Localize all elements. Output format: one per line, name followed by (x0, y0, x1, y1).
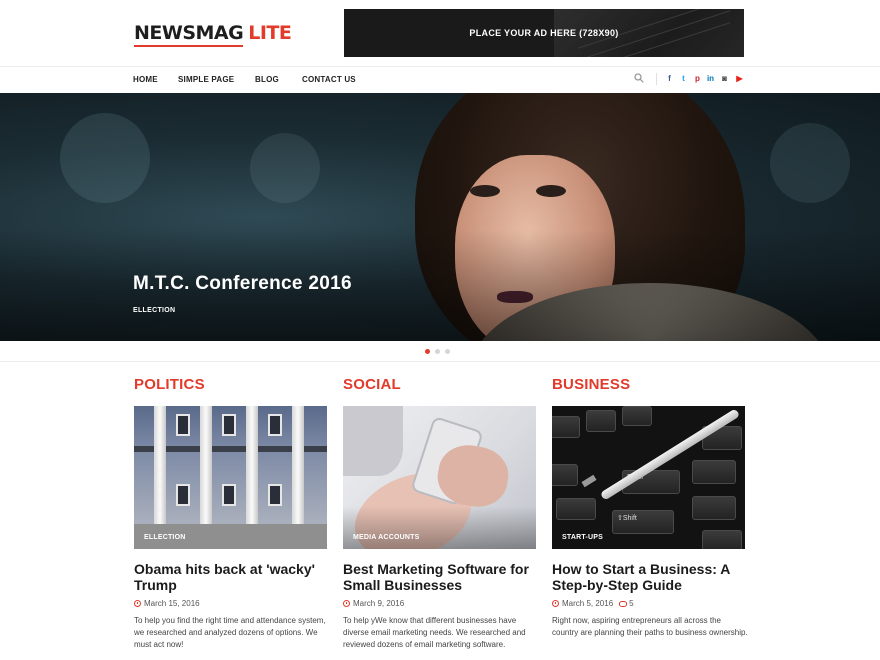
post-category[interactable]: ELLECTION (144, 534, 185, 541)
thumb-window (222, 484, 236, 506)
slider-dot-3[interactable] (445, 349, 450, 354)
thumb-key (556, 498, 596, 520)
thumb-window (176, 484, 190, 506)
post-date: March 15, 2016 (144, 599, 200, 608)
post-excerpt: To help you find the right time and atte… (134, 616, 326, 649)
search-icon[interactable] (634, 73, 644, 83)
thumb-key (622, 406, 652, 426)
hero-title[interactable]: M.T.C. Conference 2016 (133, 273, 352, 295)
post-title[interactable]: How to Start a Business: A Step-by-Step … (552, 561, 752, 593)
post-excerpt: To help yWe know that different business… (343, 616, 526, 649)
post-title[interactable]: Obama hits back at 'wacky' Trump (134, 561, 334, 593)
post-category[interactable]: START-UPS (562, 534, 603, 541)
clock-icon (343, 600, 350, 607)
post-excerpt: Right now, aspiring entrepreneurs all ac… (552, 616, 748, 637)
nav-item-simple-page[interactable]: SIMPLE PAGE (178, 75, 234, 84)
post-meta: March 15, 2016 (134, 599, 200, 608)
facebook-icon[interactable]: f (665, 74, 674, 83)
post-thumbnail[interactable]: Enter ⇧Shift START-UPS (552, 406, 745, 549)
ad-banner-text: PLACE YOUR AD HERE (728X90) (469, 28, 619, 38)
post-date: March 5, 2016 (562, 599, 614, 608)
post-meta: March 5, 2016 5 (552, 599, 634, 608)
linkedin-icon[interactable]: in (706, 74, 715, 83)
clock-icon (134, 600, 141, 607)
section-social: SOCIAL MEDIA ACCOUNTS Best Marketing Sof… (343, 362, 536, 660)
post-title[interactable]: Best Marketing Software for Small Busine… (343, 561, 543, 593)
instagram-icon[interactable]: ◙ (720, 74, 729, 83)
thumb-window (268, 414, 282, 436)
nav-separator (656, 73, 657, 85)
thumb-sleeve (343, 406, 403, 476)
site-logo[interactable]: NEWSMAG LITE (134, 22, 292, 47)
nav-item-blog[interactable]: BLOG (255, 75, 279, 84)
thumb-window (222, 414, 236, 436)
hero-slider[interactable]: M.T.C. Conference 2016 ELLECTION (0, 93, 880, 341)
post-thumbnail[interactable]: ELLECTION (134, 406, 327, 549)
section-business: BUSINESS Enter ⇧Shift START-UPS How to S… (552, 362, 748, 660)
post-thumbnail[interactable]: MEDIA ACCOUNTS (343, 406, 536, 549)
thumb-key (586, 410, 616, 432)
hero-category[interactable]: ELLECTION (133, 307, 175, 314)
thumb-key (552, 464, 578, 486)
main-navigation: HOME SIMPLE PAGE BLOG CONTACT US f t p i… (0, 66, 880, 93)
section-politics: POLITICS ELLECTION Obama hits back at 'w… (134, 362, 327, 660)
comment-count[interactable]: 5 (629, 599, 633, 608)
thumb-pen-tip (581, 474, 597, 488)
post-category[interactable]: MEDIA ACCOUNTS (353, 534, 419, 541)
thumb-key (692, 496, 736, 520)
thumb-key (552, 416, 580, 438)
section-title[interactable]: BUSINESS (552, 376, 630, 393)
section-title[interactable]: SOCIAL (343, 376, 401, 393)
hero-shade (0, 93, 880, 341)
thumb-key (692, 460, 736, 484)
thumb-key: ⇧Shift (612, 510, 674, 534)
logo-text-main: NEWSMAG (134, 22, 244, 47)
slider-dot-1[interactable] (425, 349, 430, 354)
nav-item-home[interactable]: HOME (133, 75, 158, 84)
twitter-icon[interactable]: t (679, 74, 688, 83)
thumb-shade (343, 506, 536, 549)
ad-banner[interactable]: PLACE YOUR AD HERE (728X90) (344, 9, 744, 57)
logo-text-accent: LITE (248, 22, 292, 44)
clock-icon (552, 600, 559, 607)
thumb-window (268, 484, 282, 506)
pinterest-icon[interactable]: p (693, 74, 702, 83)
youtube-icon[interactable]: ▶ (735, 74, 744, 83)
nav-item-contact-us[interactable]: CONTACT US (302, 75, 356, 84)
thumb-key (702, 530, 742, 549)
comment-icon (619, 601, 628, 607)
post-meta: March 9, 2016 (343, 599, 404, 608)
site-header: NEWSMAG LITE PLACE YOUR AD HERE (728X90) (0, 0, 880, 66)
slider-dot-2[interactable] (435, 349, 440, 354)
thumb-window (176, 414, 190, 436)
post-date: March 9, 2016 (353, 599, 405, 608)
section-title[interactable]: POLITICS (134, 376, 205, 393)
